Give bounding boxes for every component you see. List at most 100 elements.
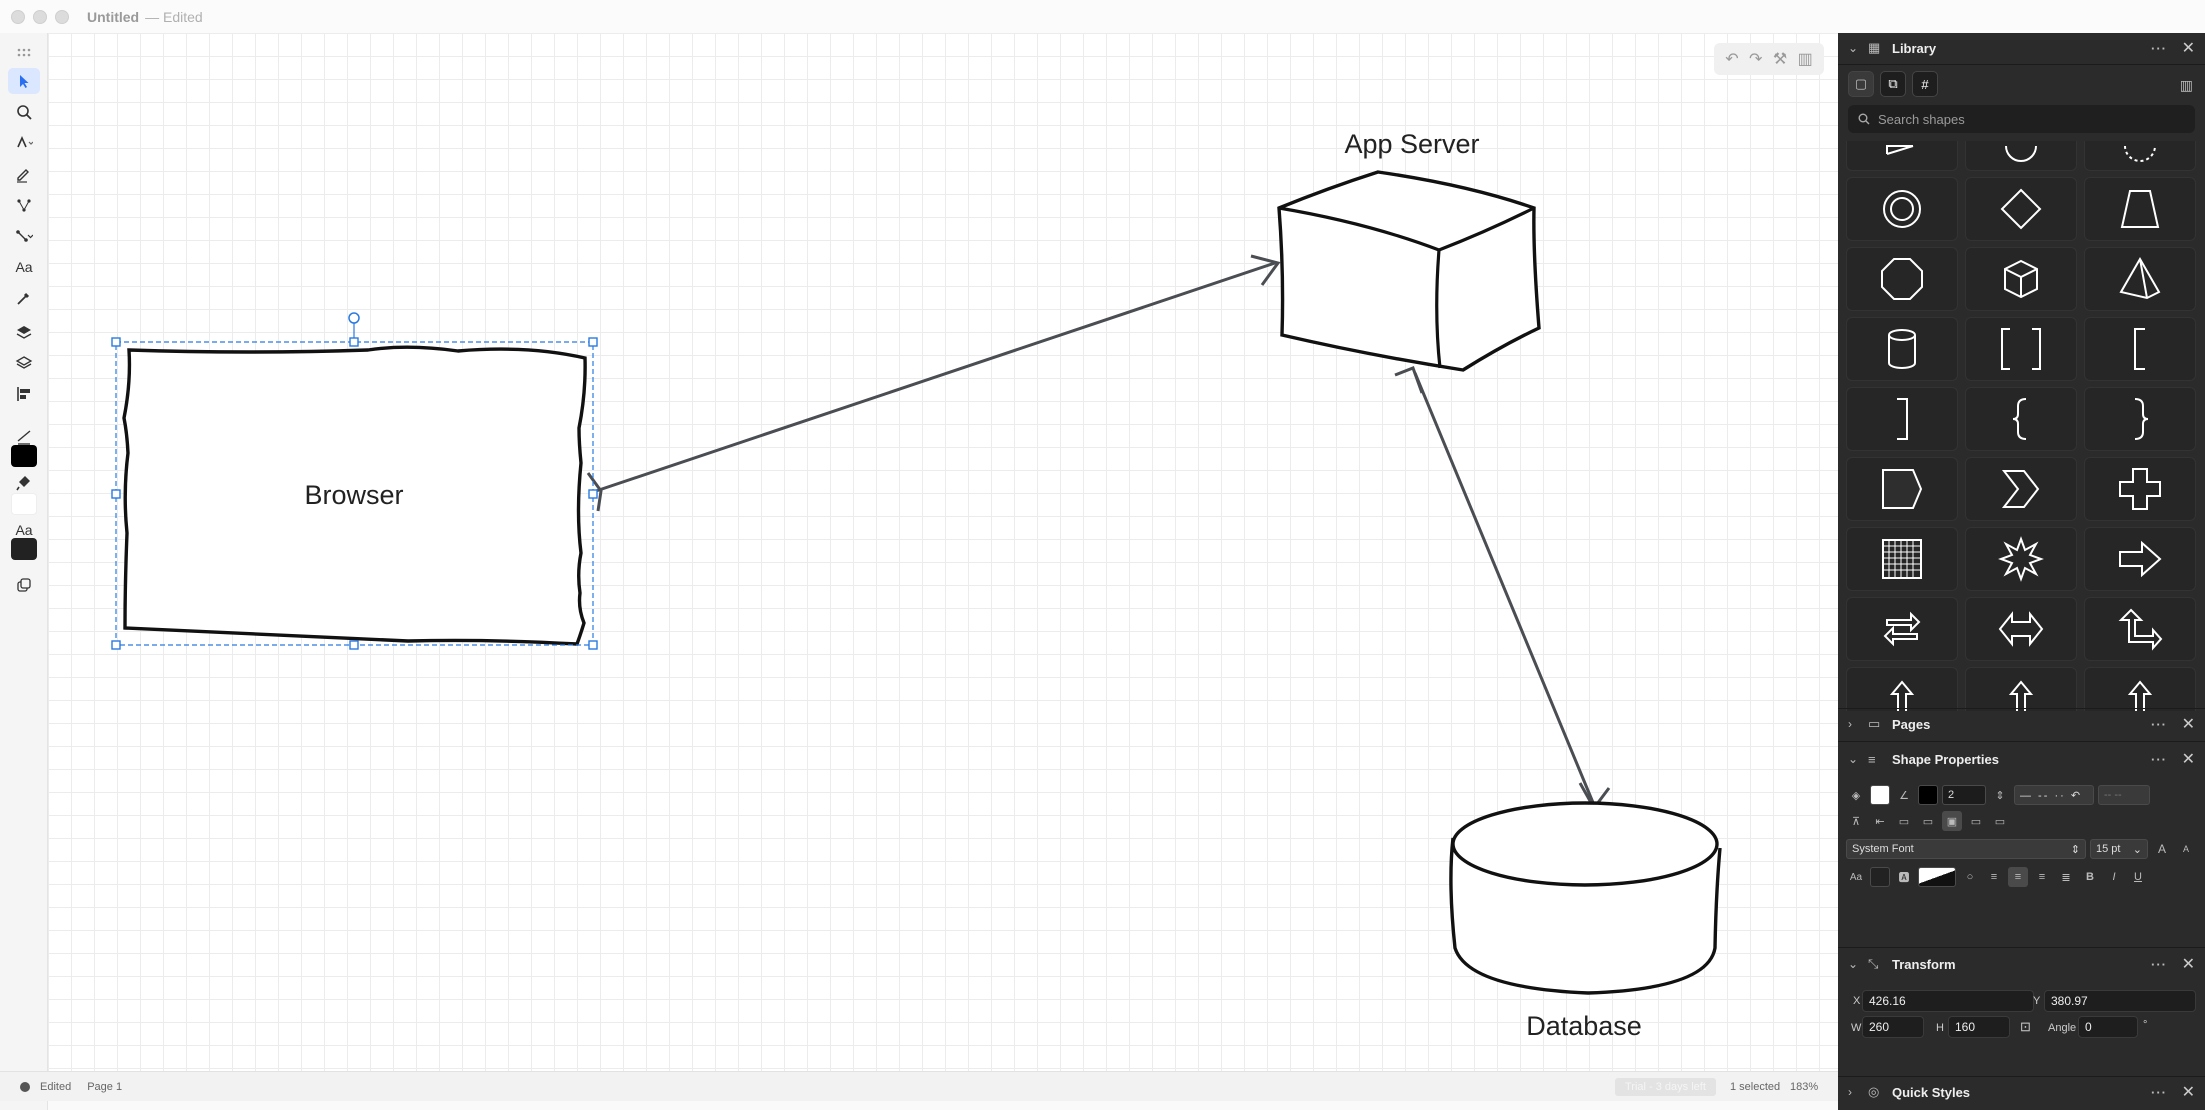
shape-bent-arrow[interactable] <box>2084 597 2196 661</box>
shape-ring[interactable] <box>1846 177 1958 241</box>
x-field[interactable] <box>1862 990 2034 1012</box>
close-icon[interactable]: ✕ <box>2182 38 2195 58</box>
shape-up-down-arrow[interactable] <box>1965 667 2077 711</box>
more-icon[interactable]: ··· <box>2151 957 2167 972</box>
stepper-icon[interactable]: ⇕ <box>1990 785 2010 805</box>
shape-cross[interactable] <box>2084 457 2196 521</box>
zoom-tool-button[interactable] <box>8 99 40 125</box>
document-title[interactable]: Untitled <box>87 9 139 25</box>
bold-button[interactable]: B <box>2080 867 2100 887</box>
shape-double-arrow[interactable] <box>1965 597 2077 661</box>
lock-ratio-icon[interactable]: ⊡ <box>2020 1019 2031 1035</box>
shape-pentagon-tab[interactable] <box>1846 457 1958 521</box>
align-center-icon[interactable]: ≡ <box>2008 867 2028 887</box>
close-icon[interactable]: ✕ <box>2182 954 2195 974</box>
shape-trapezoid[interactable] <box>2084 177 2196 241</box>
shape-right-brace[interactable] <box>2084 387 2196 451</box>
shape-grid-table[interactable] <box>1846 527 1958 591</box>
text-fit-icon[interactable]: ⊼ <box>1846 811 1866 831</box>
chevron-down-icon[interactable]: ⌄ <box>1848 957 1862 971</box>
text-shadow-icon[interactable]: ○ <box>1960 867 1980 887</box>
shape-right-bracket[interactable] <box>1846 387 1958 451</box>
shape-diamond[interactable] <box>1965 177 2077 241</box>
underline-button[interactable]: U <box>2128 867 2148 887</box>
text-color-swatch[interactable] <box>1870 867 1890 887</box>
pages-header[interactable]: › ▭ Pages ··· ✕ <box>1838 709 2205 739</box>
stroke-color-swatch[interactable] <box>11 493 37 515</box>
y-field[interactable] <box>2044 990 2196 1012</box>
align-left-icon[interactable]: ≡ <box>1984 867 2004 887</box>
connector-tool-button[interactable] <box>8 223 40 249</box>
shape-pyramid[interactable] <box>2084 247 2196 311</box>
current-page[interactable]: Page 1 <box>87 1081 122 1093</box>
drawing-canvas[interactable]: Browser App Server Database ↶ ↷ ⚒ ▥ <box>48 33 1838 1071</box>
path-tool-button[interactable] <box>8 192 40 218</box>
pencil-tool-button[interactable] <box>8 161 40 187</box>
shape-left-brace[interactable] <box>1965 387 2077 451</box>
undo-icon[interactable]: ↶ <box>1725 49 1738 69</box>
shape-cylinder[interactable] <box>1846 317 1958 381</box>
comment-icon[interactable]: ▢ <box>1848 71 1874 97</box>
shape-properties-header[interactable]: ⌄ ≡ Shape Properties ··· ✕ <box>1838 744 2205 774</box>
font-size-select[interactable]: 15 pt ⌄ <box>2090 839 2148 859</box>
fill-color-swatch[interactable] <box>11 445 37 467</box>
redo-icon[interactable]: ↷ <box>1749 49 1762 69</box>
pen-tool-button[interactable] <box>8 130 40 156</box>
fill-swatch[interactable] <box>1870 785 1890 805</box>
minimize-window-button[interactable] <box>33 9 47 24</box>
align-justify-icon[interactable]: ≣ <box>2056 867 2076 887</box>
width-field[interactable] <box>1862 1016 1924 1038</box>
text-color-swatch[interactable] <box>11 538 37 560</box>
close-window-button[interactable] <box>11 9 25 24</box>
quick-styles-header[interactable]: › ◎ Quick Styles ··· ✕ <box>1838 1077 2205 1107</box>
stroke-swatch[interactable] <box>1918 785 1938 805</box>
connector-appserver-to-database[interactable] <box>1394 366 1611 811</box>
library-header[interactable]: ⌄ ▦ Library ··· ✕ <box>1838 33 2205 63</box>
shapes-icon[interactable]: ⧉ <box>1880 71 1906 97</box>
text-highlight-icon[interactable]: 🅰 <box>1894 867 1914 887</box>
shape-database[interactable]: Database <box>1449 801 1722 1041</box>
sidebar-icon[interactable]: ▥ <box>1798 49 1813 69</box>
trial-badge[interactable]: Trial - 3 days left <box>1615 1078 1716 1096</box>
duplicate-button[interactable] <box>8 573 40 599</box>
decrease-font-button[interactable]: A <box>2176 839 2196 859</box>
shape-starburst[interactable] <box>1965 527 2077 591</box>
dash-style-selector[interactable]: — ‐‐ ·· ↶ <box>2014 785 2094 805</box>
select-tool-button[interactable] <box>8 68 40 94</box>
transform-header[interactable]: ⌄ ⤡ Transform ··· ✕ <box>1838 949 2205 979</box>
text-inset-icon[interactable]: ⇤ <box>1870 811 1890 831</box>
angle-field[interactable] <box>2078 1016 2138 1038</box>
shape-triangle-corner[interactable] <box>1846 141 1958 171</box>
increase-font-button[interactable]: A <box>2152 839 2172 859</box>
eyedropper-tool-button[interactable] <box>8 285 40 311</box>
diagram[interactable]: Browser App Server Database <box>48 33 1838 1071</box>
connector-browser-to-appserver[interactable] <box>586 254 1281 512</box>
search-box[interactable] <box>1848 105 2195 133</box>
shape-brackets[interactable] <box>1965 317 2077 381</box>
close-icon[interactable]: ✕ <box>2182 714 2195 734</box>
grip-icon[interactable] <box>8 39 40 65</box>
arrow-style-selector[interactable]: ‐‐ ‐‐ <box>2098 785 2150 805</box>
text-bottom-icon[interactable]: ▭ <box>1966 811 1986 831</box>
text-top-outside-icon[interactable]: ▭ <box>1894 811 1914 831</box>
stack-tool-button[interactable] <box>8 350 40 376</box>
text-bottom-outside-icon[interactable]: ▭ <box>1990 811 2010 831</box>
hammer-icon[interactable]: ⚒ <box>1773 49 1787 69</box>
more-icon[interactable]: ··· <box>2151 752 2167 767</box>
hashtag-icon[interactable]: # <box>1912 71 1938 97</box>
shape-octagon[interactable] <box>1846 247 1958 311</box>
align-tool-button[interactable] <box>8 381 40 407</box>
chevron-right-icon[interactable]: › <box>1848 1085 1862 1099</box>
font-family-select[interactable]: System Font ⇕ <box>1846 839 2086 859</box>
shape-half-circle[interactable] <box>1965 141 2077 171</box>
chevron-right-icon[interactable]: › <box>1848 717 1862 731</box>
shape-cube[interactable] <box>1965 247 2077 311</box>
align-right-icon[interactable]: ≡ <box>2032 867 2052 887</box>
text-gradient-swatch[interactable] <box>1918 867 1956 887</box>
chevron-down-icon[interactable]: ⌄ <box>1848 752 1862 766</box>
close-icon[interactable]: ✕ <box>2182 1082 2195 1102</box>
more-icon[interactable]: ··· <box>2151 1085 2167 1100</box>
shape-swap-arrows[interactable] <box>1846 597 1958 661</box>
line-width-field[interactable]: 2 <box>1942 785 1986 805</box>
chevron-down-icon[interactable]: ⌄ <box>1848 41 1862 55</box>
